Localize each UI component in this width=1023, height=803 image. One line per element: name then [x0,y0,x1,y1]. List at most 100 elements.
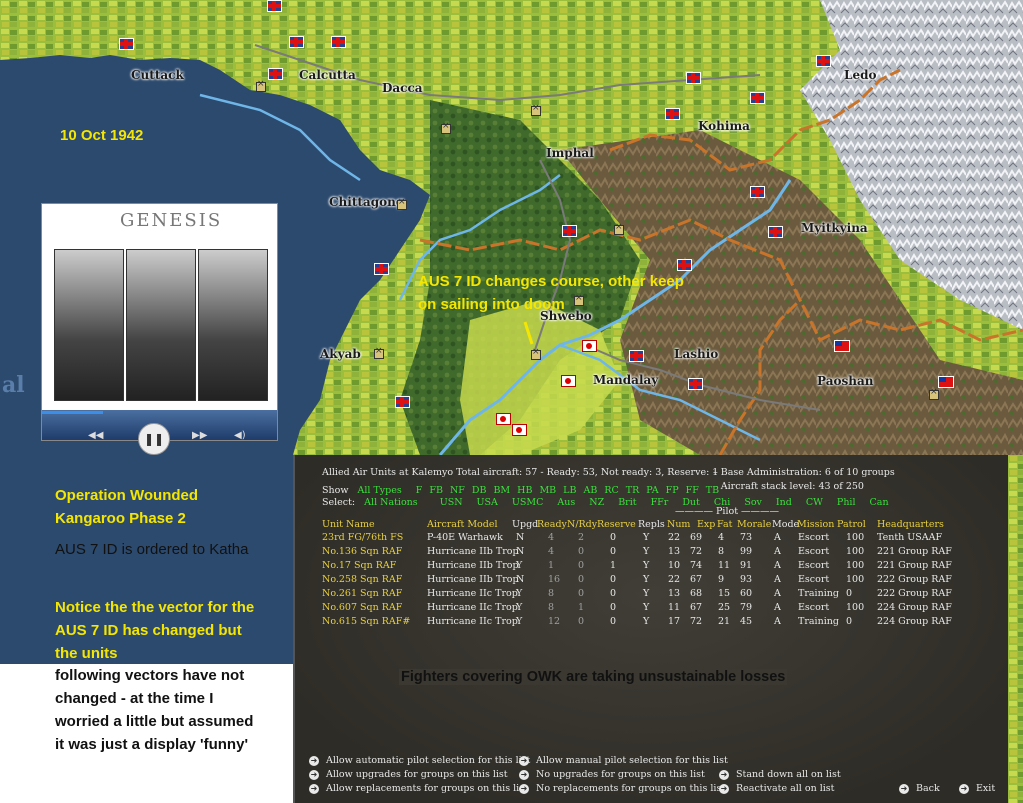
allied-base-flag[interactable] [768,226,783,238]
allied-base-flag[interactable] [688,378,703,390]
allied-base-flag[interactable] [374,263,389,275]
video-progress-bar[interactable] [42,411,104,414]
type-filter-pa[interactable]: PA [646,485,658,496]
allied-base-flag[interactable] [816,55,831,67]
air-unit-row[interactable]: No.615 Sqn RAF# Hurricane IIc Trop Y 12 0 0 Y 1… [295,616,1008,629]
city-ledo[interactable]: Ledo [844,68,876,82]
type-filter-lb[interactable]: LB [563,485,576,496]
base-marker[interactable] [397,197,407,210]
nation-filter-nz[interactable]: NZ [589,497,604,508]
chinese-base-flag[interactable] [938,376,954,388]
base-marker[interactable] [531,103,541,116]
allied-base-flag[interactable] [268,68,283,80]
type-filter-fp[interactable]: FP [666,485,679,496]
col-reserve[interactable]: Reserve [597,519,636,530]
type-filter-rc[interactable]: RC [604,485,618,496]
col-aircraft-model[interactable]: Aircraft Model [427,519,498,530]
city-dacca[interactable]: Dacca [382,81,423,95]
type-filter-ab[interactable]: AB [583,485,597,496]
col-mission[interactable]: Mission [797,519,834,530]
reactivate-option[interactable]: ➜ Reactivate all on list [719,783,835,794]
nation-filter-ffr[interactable]: FFr [651,497,669,508]
pause-button[interactable]: ❚❚ [138,423,170,455]
type-filter-tr[interactable]: TR [626,485,640,496]
allied-base-flag[interactable] [395,396,410,408]
city-myitkyina[interactable]: Myitkyina [801,221,868,235]
allied-base-flag[interactable] [686,72,701,84]
type-filter-f[interactable]: F [416,485,423,496]
stand-down-option[interactable]: ➜ Stand down all on list [719,769,841,780]
air-unit-row[interactable]: No.17 Sqn RAF Hurricane IIb Trop Y 1 0 1 Y 10 74… [295,560,1008,573]
city-imphal[interactable]: Imphal [546,146,594,160]
cell-unit[interactable]: 23rd FG/76th FS [322,532,403,543]
type-filter-tb[interactable]: TB [706,485,719,496]
city-chittagong[interactable]: Chittagong [329,195,404,209]
auto-pilot-option[interactable]: ➜ Allow automatic pilot selection for thi… [309,755,530,766]
city-mandalay[interactable]: Mandalay [593,373,658,387]
cell-unit[interactable]: No.607 Sqn RAF [322,602,402,613]
allow-upgrades-option[interactable]: ➜ Allow upgrades for groups on this list [309,769,508,780]
col-exp[interactable]: Exp [697,519,715,530]
allied-base-flag[interactable] [562,225,577,237]
rewind-button[interactable]: ◀◀ [88,430,103,441]
allied-base-flag[interactable] [267,0,282,12]
city-kohima[interactable]: Kohima [698,119,750,133]
nation-filter-aus[interactable]: Aus [557,497,575,508]
base-marker[interactable] [614,222,624,235]
nation-filter-usn[interactable]: USN [440,497,463,508]
japanese-base-flag[interactable] [512,424,527,436]
col-fat[interactable]: Fat [717,519,732,530]
forward-button[interactable]: ▶▶ [192,430,207,441]
nation-filter-usa[interactable]: USA [477,497,498,508]
base-marker[interactable] [929,387,939,400]
type-filter-all-types[interactable]: All Types [358,485,402,496]
base-marker[interactable] [374,346,384,359]
nation-filter-phil[interactable]: Phil [837,497,856,508]
col-repls[interactable]: Repls [638,519,665,530]
type-filter-ff[interactable]: FF [686,485,699,496]
allied-base-flag[interactable] [750,186,765,198]
nation-filter-brit[interactable]: Brit [618,497,636,508]
col-unit-name[interactable]: Unit Name [322,519,375,530]
col-num[interactable]: Num [667,519,690,530]
japanese-base-flag[interactable] [496,413,511,425]
nation-filter-usmc[interactable]: USMC [512,497,544,508]
col-mode[interactable]: Mode [772,519,799,530]
type-filter-bm[interactable]: BM [493,485,510,496]
city-calcutta[interactable]: Calcutta [299,68,356,82]
city-lashio[interactable]: Lashio [674,347,718,361]
allied-base-flag[interactable] [665,108,680,120]
type-filter-hb[interactable]: HB [517,485,532,496]
type-filter-mb[interactable]: MB [539,485,556,496]
city-paoshan[interactable]: Paoshan [817,374,873,388]
cell-unit[interactable]: No.258 Sqn RAF [322,574,402,585]
allied-base-flag[interactable] [119,38,134,50]
nation-filter-can[interactable]: Can [870,497,889,508]
nation-filter-cw[interactable]: CW [806,497,823,508]
type-filter-nf[interactable]: NF [450,485,465,496]
chinese-base-flag[interactable] [834,340,850,352]
col-upgd[interactable]: Upgd [512,519,538,530]
allow-replacements-option[interactable]: ➜ Allow replacements for groups on this l… [309,783,528,794]
exit-button[interactable]: ➜ Exit [959,783,995,794]
col-nrdy[interactable]: N/Rdy [567,519,597,530]
cell-unit[interactable]: No.17 Sqn RAF [322,560,396,571]
cell-unit[interactable]: No.136 Sqn RAF [322,546,402,557]
cell-unit[interactable]: No.261 Sqn RAF [322,588,402,599]
col-headquarters[interactable]: Headquarters [877,519,944,530]
type-filter-db[interactable]: DB [472,485,487,496]
base-marker[interactable] [256,79,266,92]
city-akyab[interactable]: Akyab [320,347,361,361]
air-unit-row[interactable]: 23rd FG/76th FS P-40E Warhawk N 4 2 0 Y 22 69 4 73… [295,532,1008,545]
allied-base-flag[interactable] [289,36,304,48]
allied-base-flag[interactable] [331,36,346,48]
no-replacements-option[interactable]: ➜ No replacements for groups on this list [519,783,725,794]
type-filter-fb[interactable]: FB [429,485,443,496]
volume-icon[interactable]: ◀) [234,430,246,441]
air-unit-row[interactable]: No.607 Sqn RAF Hurricane IIc Trop Y 8 1 0 Y 11 6… [295,602,1008,615]
col-ready[interactable]: Ready [537,519,567,530]
allied-base-flag[interactable] [629,350,644,362]
allied-base-flag[interactable] [750,92,765,104]
video-player[interactable]: GENESIS ◀◀ ❚❚ ▶▶ ◀) [41,203,278,455]
base-marker[interactable] [531,347,541,360]
